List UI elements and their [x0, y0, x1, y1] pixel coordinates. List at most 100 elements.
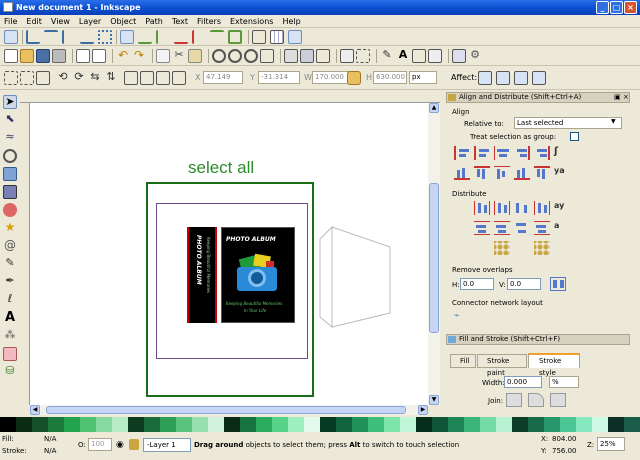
menu-view[interactable]: View	[51, 17, 70, 26]
calligraphy-tool-icon[interactable]: ℓ	[3, 293, 17, 307]
snap-page-icon[interactable]	[252, 30, 266, 44]
unclump-objects-icon[interactable]	[534, 241, 550, 255]
lock-icon[interactable]	[347, 71, 361, 85]
x-field[interactable]: 47.149	[203, 71, 243, 84]
deselect-icon[interactable]	[36, 71, 50, 85]
snap-bbox-icon[interactable]	[26, 30, 40, 44]
align-bottom-to-top-icon[interactable]	[454, 166, 470, 180]
spiral-tool-icon[interactable]: @	[3, 239, 17, 253]
fill-stroke-panel-header[interactable]: Fill and Stroke (Shift+Ctrl+F)	[446, 334, 630, 345]
duplicate-icon[interactable]	[284, 49, 298, 63]
align-baseline-anchor-icon[interactable]: ya	[554, 166, 570, 180]
cut-icon[interactable]: ✂	[172, 49, 186, 63]
3d-box-tool-icon[interactable]	[3, 185, 17, 199]
spray-tool-icon[interactable]: ⁂	[3, 329, 17, 343]
selector-tool-icon[interactable]: ➤	[3, 95, 17, 109]
rotate-ccw-icon[interactable]: ⟲	[56, 71, 70, 85]
panel-iconify-icon[interactable]: ▣	[614, 93, 621, 101]
zoom-selection-icon[interactable]	[212, 49, 226, 63]
pen-tool-icon[interactable]: ✒	[3, 275, 17, 289]
snap-paths-icon[interactable]	[138, 30, 152, 44]
align-top-edges-icon[interactable]	[474, 166, 490, 180]
eraser-tool-icon[interactable]	[3, 347, 17, 361]
vertical-ruler[interactable]	[20, 103, 30, 405]
unlink-clone-icon[interactable]	[316, 49, 330, 63]
raise-icon[interactable]	[140, 71, 154, 85]
overlap-h-field[interactable]: 0.0	[460, 278, 494, 290]
close-button[interactable]: ×	[624, 1, 637, 14]
menu-edit[interactable]: Edit	[26, 17, 42, 26]
menu-extensions[interactable]: Extensions	[230, 17, 273, 26]
node-tool-icon[interactable]: ⬉	[3, 113, 17, 127]
w-field[interactable]: 170.000	[312, 71, 352, 84]
rotate-cw-icon[interactable]: ⟳	[72, 71, 86, 85]
menu-filters[interactable]: Filters	[197, 17, 221, 26]
align-left-edges-icon[interactable]	[474, 146, 490, 160]
print-icon[interactable]	[52, 49, 66, 63]
menu-object[interactable]: Object	[110, 17, 136, 26]
snap-smooth-icon[interactable]	[192, 30, 206, 44]
star-tool-icon[interactable]: ★	[3, 221, 17, 235]
snap-center-icon[interactable]	[98, 30, 112, 44]
join-miter-icon[interactable]	[506, 393, 522, 407]
treat-group-checkbox[interactable]	[570, 132, 579, 141]
layer-select[interactable]: -Layer 1	[143, 438, 191, 452]
group-icon[interactable]	[340, 49, 354, 63]
document-properties-icon[interactable]	[452, 49, 466, 63]
randomize-centers-icon[interactable]	[494, 241, 510, 255]
scroll-right-icon[interactable]: ▶	[418, 405, 428, 415]
text-tool-icon[interactable]: A	[3, 311, 17, 325]
align-bottom-edges-icon[interactable]	[514, 166, 530, 180]
transform-patterns-icon[interactable]	[532, 71, 546, 85]
xml-editor-icon[interactable]	[412, 49, 426, 63]
scroll-left-icon[interactable]: ◀	[30, 405, 40, 415]
distribute-gaps-h-icon[interactable]	[514, 201, 530, 215]
raise-top-icon[interactable]	[124, 71, 138, 85]
distribute-centers-h-icon[interactable]	[494, 201, 510, 215]
join-round-icon[interactable]	[528, 393, 544, 407]
select-all-layers-icon[interactable]	[20, 71, 34, 85]
distribute-left-edges-icon[interactable]	[474, 201, 490, 215]
snap-nodes-icon[interactable]	[120, 30, 134, 44]
zoom-field[interactable]: 25%	[597, 437, 625, 451]
distribute-right-edges-icon[interactable]	[534, 201, 550, 215]
snap-corner-icon[interactable]	[62, 30, 76, 44]
stroke-width-field[interactable]: 0.000	[504, 376, 542, 388]
minimize-button[interactable]: _	[596, 1, 609, 14]
scroll-down-icon[interactable]: ▼	[429, 395, 439, 405]
flip-vertical-icon[interactable]: ⇅	[104, 71, 118, 85]
clone-icon[interactable]	[300, 49, 314, 63]
distribute-gaps-v-icon[interactable]	[514, 221, 530, 235]
panel-close-icon[interactable]: ×	[623, 93, 629, 101]
align-right-edge-icon[interactable]	[454, 146, 470, 160]
snap-cusp-icon[interactable]	[174, 30, 188, 44]
menu-file[interactable]: File	[4, 17, 17, 26]
vertical-scroll-thumb[interactable]	[429, 183, 439, 333]
layer-lock-icon[interactable]	[129, 439, 139, 450]
distribute-top-edges-icon[interactable]	[474, 221, 490, 235]
align-right-edges-icon[interactable]	[514, 146, 530, 160]
redo-icon[interactable]: ↷	[132, 49, 146, 63]
align-panel-header[interactable]: Align and Distribute (Shift+Ctrl+A)	[446, 92, 630, 103]
align-distribute-icon[interactable]	[428, 49, 442, 63]
y-field[interactable]: -31.314	[258, 71, 300, 84]
select-all-icon[interactable]	[4, 71, 18, 85]
horizontal-scroll-thumb[interactable]	[46, 406, 406, 414]
center-horizontal-axis-icon[interactable]	[494, 166, 510, 180]
undo-icon[interactable]: ↶	[116, 49, 130, 63]
tab-fill[interactable]: Fill	[450, 354, 476, 368]
import-icon[interactable]	[76, 49, 90, 63]
unit-select[interactable]: px	[409, 71, 437, 84]
paste-icon[interactable]	[188, 49, 202, 63]
scale-corners-icon[interactable]	[496, 71, 510, 85]
distribute-baselines-v-icon[interactable]: a	[554, 221, 570, 235]
horizontal-scrollbar[interactable]: ◀ ▶	[30, 405, 428, 415]
scroll-up-icon[interactable]: ▲	[429, 103, 439, 113]
tab-stroke-paint[interactable]: Stroke paint	[477, 354, 527, 377]
pencil-tool-icon[interactable]: ✎	[3, 257, 17, 271]
ungroup-icon[interactable]	[356, 49, 370, 63]
album-spine[interactable]: PHOTO ALBUM Keeping Beautiful Memories	[187, 227, 217, 323]
album-front-cover[interactable]: PHOTO ALBUM Keeping Beautiful Memories I…	[221, 227, 295, 323]
tab-stroke-style[interactable]: Stroke style	[528, 353, 580, 377]
new-document-icon[interactable]	[4, 49, 18, 63]
